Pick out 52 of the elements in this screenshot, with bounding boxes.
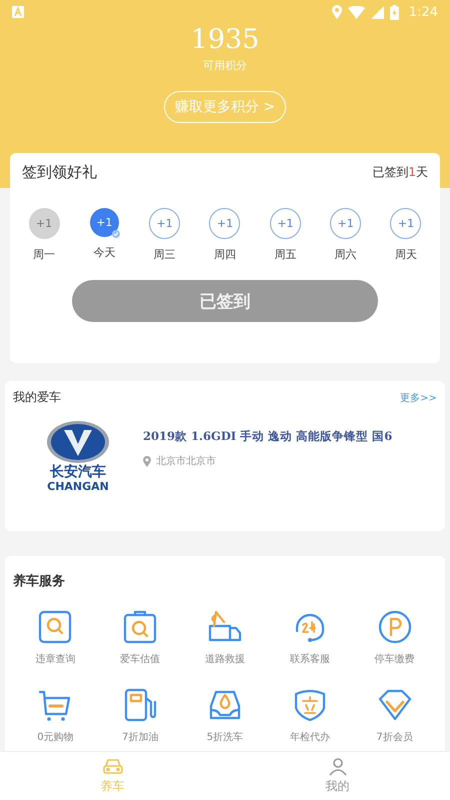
day-label: 周五: [274, 247, 296, 262]
day-label: 今天: [93, 245, 116, 260]
clipboard-search-icon: [123, 610, 158, 644]
service-item[interactable]: 0元购物: [13, 688, 98, 744]
day-label: 周六: [334, 247, 357, 262]
points-value: 1935: [190, 24, 260, 56]
wifi-icon: [348, 6, 365, 18]
day-label: 周三: [154, 247, 176, 262]
brand-name: 长安汽车: [50, 464, 106, 480]
service-item[interactable]: 道路救援: [182, 610, 268, 666]
section-title: 我的爱车: [13, 389, 61, 406]
car-icon: [102, 758, 124, 776]
service-item[interactable]: 年检代办: [267, 688, 352, 744]
checkin-title: 签到领好礼: [22, 163, 97, 182]
cart-icon: [38, 688, 72, 722]
car-model: 2019款 1.6GDI 手动 逸动 高能版争锋型 国6: [143, 429, 392, 444]
magnifier-icon: [38, 610, 72, 644]
service-item[interactable]: 联系客服: [267, 610, 352, 666]
day-label: 周四: [214, 247, 236, 262]
person-icon: [326, 758, 348, 776]
notification-icon: [12, 6, 24, 18]
service-item[interactable]: 停车缴费: [352, 610, 437, 666]
fuel-pump-icon: [123, 688, 158, 722]
day-label: 周天: [394, 247, 417, 262]
nav-tab[interactable]: 我的: [225, 752, 450, 800]
day-badge: +1: [390, 208, 422, 239]
day-badge: +1: [209, 208, 240, 239]
more-link[interactable]: 更多>>: [400, 390, 437, 404]
service-item[interactable]: 违章查询: [13, 610, 98, 666]
day-label: 周一: [33, 247, 55, 262]
day-badge: +1: [149, 208, 180, 239]
location-icon: [332, 5, 342, 19]
day-badge: +1: [330, 208, 362, 239]
status-time: 1:24: [408, 4, 438, 20]
service-item[interactable]: 7折会员: [352, 688, 437, 744]
battery-icon: [390, 4, 399, 20]
service-item[interactable]: 7折加油: [98, 688, 183, 744]
section-title: 养车服务: [13, 574, 65, 589]
location-icon: [143, 456, 151, 466]
checkin-summary: 已签到1天: [372, 164, 428, 181]
day-badge: +1: [90, 208, 119, 237]
brand-name: CHANGAN: [47, 480, 109, 493]
day-badge: +1: [270, 208, 301, 239]
day-badge: +1: [28, 208, 60, 239]
diamond-icon: [378, 688, 412, 722]
service-item[interactable]: 爱车估值: [98, 610, 183, 666]
points-label: 可用积分: [203, 58, 247, 73]
service-item[interactable]: 5折洗车: [182, 688, 268, 744]
car-logo-icon: [46, 420, 110, 464]
car-location: 北京市北京市: [156, 454, 216, 468]
parking-icon: [378, 610, 412, 644]
signal-icon: [370, 6, 384, 18]
